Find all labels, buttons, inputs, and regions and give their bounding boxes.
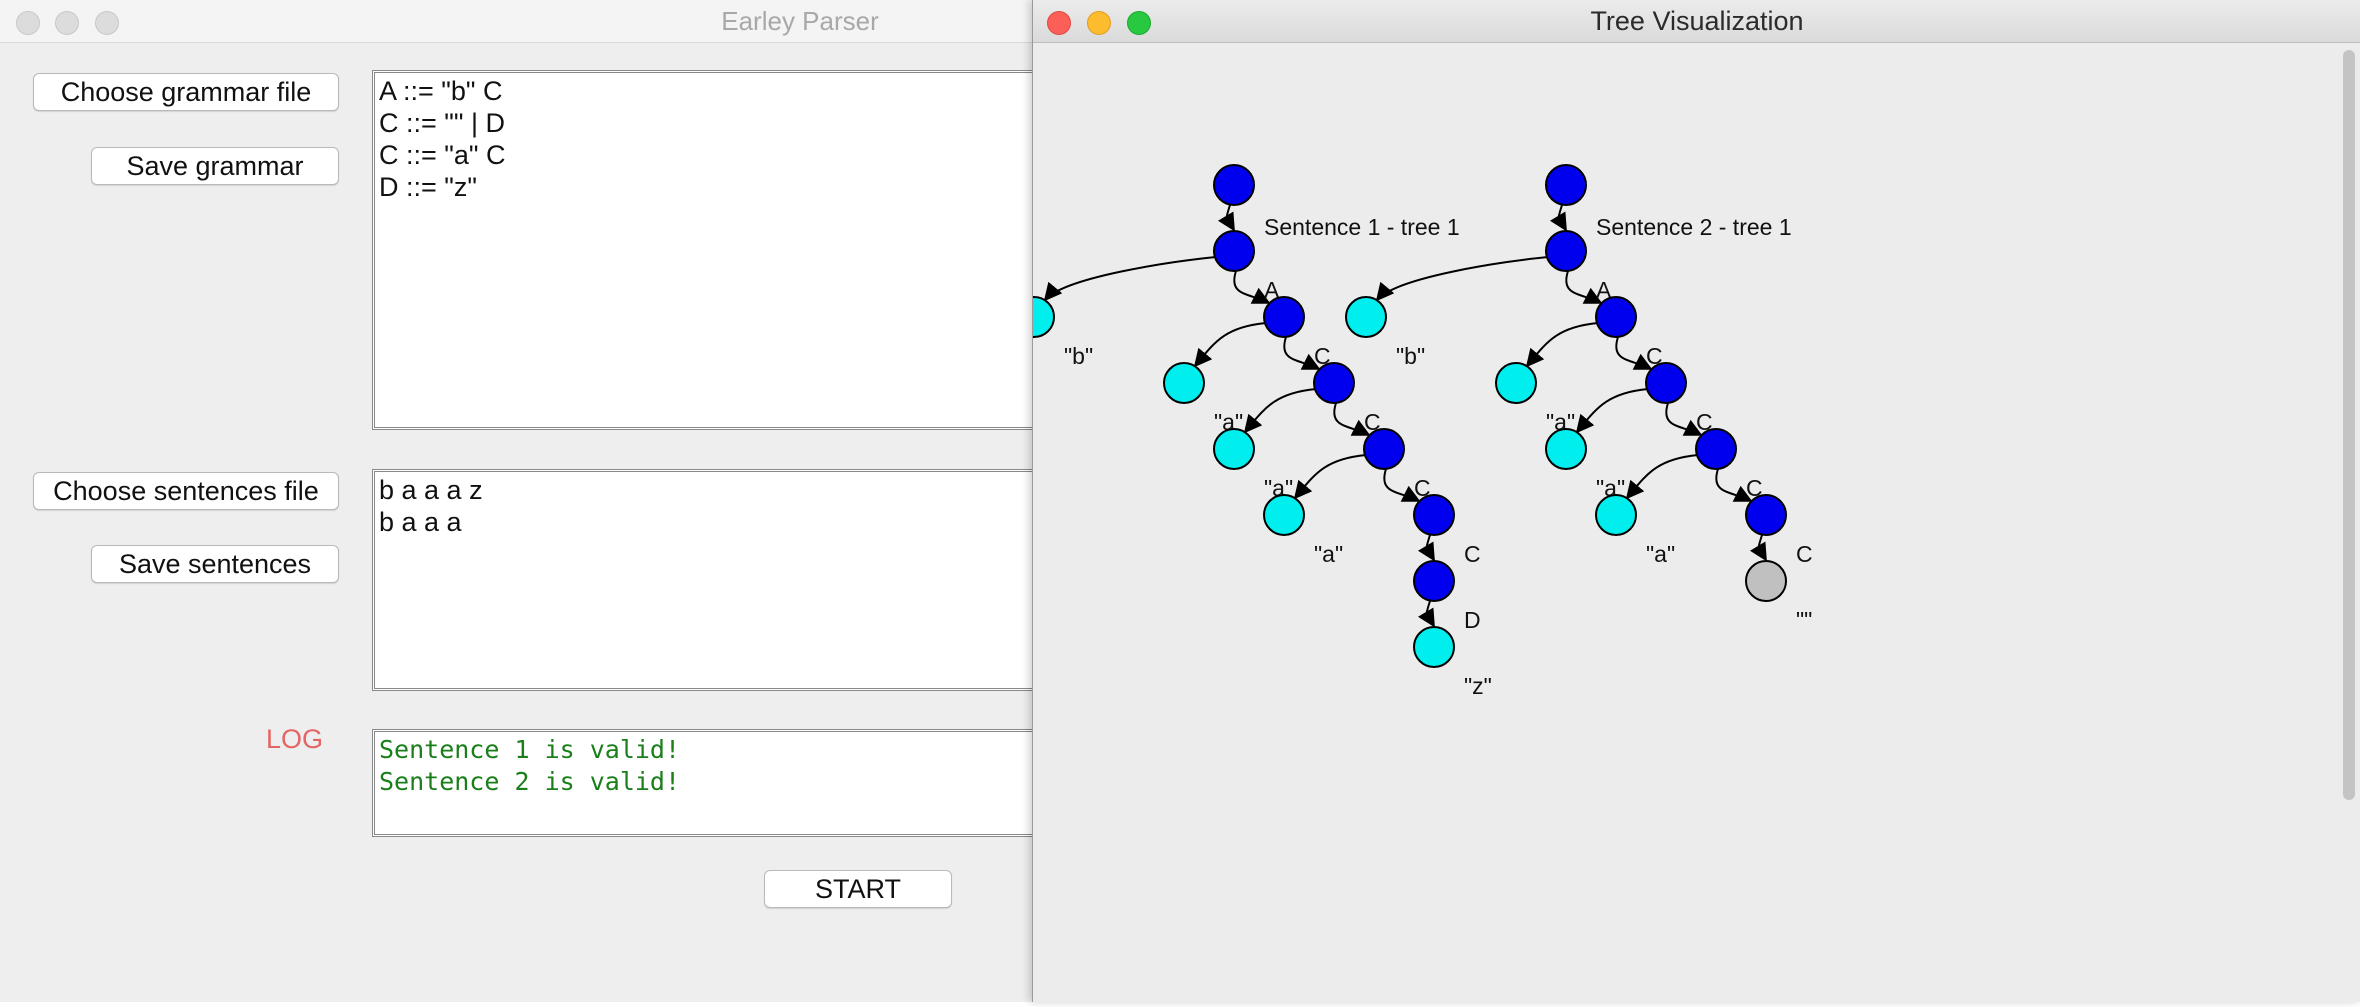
tree-caption: Sentence 2 - tree 1 bbox=[1596, 214, 1792, 240]
log-output: Sentence 1 is valid! Sentence 2 is valid! bbox=[372, 729, 1062, 837]
save-grammar-button[interactable]: Save grammar bbox=[91, 147, 339, 185]
sentence-line: b a a a bbox=[379, 507, 462, 537]
tree-node-label: "a" bbox=[1314, 541, 1343, 567]
tree-node-label: D bbox=[1464, 607, 1481, 633]
grammar-textarea[interactable]: A ::= "b" CC ::= "" | DC ::= "a" CD ::= … bbox=[372, 70, 1062, 430]
tree-node-nonterminal[interactable] bbox=[1645, 362, 1687, 404]
tree-caption: Sentence 1 - tree 1 bbox=[1264, 214, 1460, 240]
tree-node-label: C bbox=[1796, 541, 1813, 567]
tree-node-terminal[interactable] bbox=[1163, 362, 1205, 404]
tree-edge bbox=[1749, 534, 1767, 562]
earley-parser-window: Earley Parser Choose grammar file Save g… bbox=[0, 0, 1062, 1002]
tree-node-terminal[interactable] bbox=[1013, 296, 1055, 338]
tree-node-nonterminal[interactable] bbox=[1595, 296, 1637, 338]
grammar-line: C ::= "a" C bbox=[379, 140, 506, 170]
tree-edge bbox=[1293, 454, 1367, 500]
grammar-line: D ::= "z" bbox=[379, 172, 477, 202]
tree-node-nonterminal[interactable] bbox=[1213, 230, 1255, 272]
tree-canvas: A "b" C "a" C "a" C "a" C D "z" Sentence 1 - tree 1… bbox=[1013, 43, 2360, 1002]
tree-edge bbox=[1375, 256, 1549, 302]
tree-node-nonterminal[interactable] bbox=[1213, 164, 1255, 206]
grammar-line: C ::= "" | D bbox=[379, 108, 505, 138]
right-window-titlebar[interactable]: Tree Visualization bbox=[1033, 0, 2360, 43]
parse-tree: A"b" C"a" C"a" C"a" CD"z"Sentence 1 - tree 1 bbox=[1013, 164, 1492, 699]
vertical-scrollbar[interactable] bbox=[2343, 50, 2355, 800]
tree-node-terminal[interactable] bbox=[1213, 428, 1255, 470]
tree-node-label: "a" bbox=[1646, 541, 1675, 567]
tree-node-label: C bbox=[1464, 541, 1481, 567]
tree-node-terminal[interactable] bbox=[1263, 494, 1305, 536]
choose-sentences-file-button[interactable]: Choose sentences file bbox=[33, 472, 339, 510]
tree-visualization-window: Tree Visualization A "b" C "a" C "a" C "a" C D "z"… bbox=[1013, 0, 2360, 1002]
tree-node-label: "b" bbox=[1064, 343, 1093, 369]
log-line: Sentence 1 is valid! bbox=[379, 735, 681, 764]
tree-edge bbox=[1575, 388, 1649, 434]
tree-edge bbox=[1217, 204, 1235, 232]
tree-node-label: "" bbox=[1796, 607, 1812, 633]
tree-edge bbox=[1043, 256, 1217, 302]
tree-node-terminal[interactable] bbox=[1413, 626, 1455, 668]
choose-grammar-file-button[interactable]: Choose grammar file bbox=[33, 73, 339, 111]
tree-edge bbox=[1417, 534, 1435, 562]
tree-edge bbox=[1549, 204, 1567, 232]
sentences-textarea[interactable]: b a a a zb a a a bbox=[372, 469, 1062, 691]
tree-node-nonterminal[interactable] bbox=[1363, 428, 1405, 470]
tree-node-terminal[interactable] bbox=[1495, 362, 1537, 404]
log-line: Sentence 2 is valid! bbox=[379, 767, 681, 796]
tree-node-label: "b" bbox=[1396, 343, 1425, 369]
window-title: Earley Parser bbox=[721, 6, 879, 36]
tree-node-nonterminal[interactable] bbox=[1263, 296, 1305, 338]
parse-tree-graphic: A"b" C"a" C"a" C"a" CD"z"Sentence 1 - tree 1… bbox=[1013, 164, 1813, 699]
tree-edge bbox=[1625, 454, 1699, 500]
tree-node-nonterminal[interactable] bbox=[1313, 362, 1355, 404]
tree-node-nonterminal[interactable] bbox=[1545, 230, 1587, 272]
left-window-titlebar[interactable]: Earley Parser bbox=[0, 0, 1050, 43]
tree-edge bbox=[1417, 600, 1435, 628]
grammar-line: A ::= "b" C bbox=[379, 76, 503, 106]
zoom-button-inactive[interactable] bbox=[95, 11, 119, 35]
tree-node-nonterminal[interactable] bbox=[1745, 494, 1787, 536]
tree-node-nonterminal[interactable] bbox=[1695, 428, 1737, 470]
save-sentences-button[interactable]: Save sentences bbox=[91, 545, 339, 583]
tree-node-terminal[interactable] bbox=[1545, 428, 1587, 470]
tree-node-nonterminal[interactable] bbox=[1413, 560, 1455, 602]
tree-edge bbox=[1193, 322, 1267, 368]
minimize-button-inactive[interactable] bbox=[55, 11, 79, 35]
window-title: Tree Visualization bbox=[1590, 6, 1804, 36]
tree-node-terminal[interactable] bbox=[1345, 296, 1387, 338]
tree-edge bbox=[1525, 322, 1599, 368]
start-button[interactable]: START bbox=[764, 870, 952, 908]
log-label: LOG bbox=[266, 724, 324, 754]
tree-node-nonterminal[interactable] bbox=[1413, 494, 1455, 536]
tree-node-label: "z" bbox=[1464, 673, 1492, 699]
tree-node-empty[interactable] bbox=[1745, 560, 1787, 602]
tree-node-terminal[interactable] bbox=[1595, 494, 1637, 536]
close-button-inactive[interactable] bbox=[16, 11, 40, 35]
tree-node-nonterminal[interactable] bbox=[1545, 164, 1587, 206]
tree-edge bbox=[1243, 388, 1317, 434]
sentence-line: b a a a z bbox=[379, 475, 483, 505]
